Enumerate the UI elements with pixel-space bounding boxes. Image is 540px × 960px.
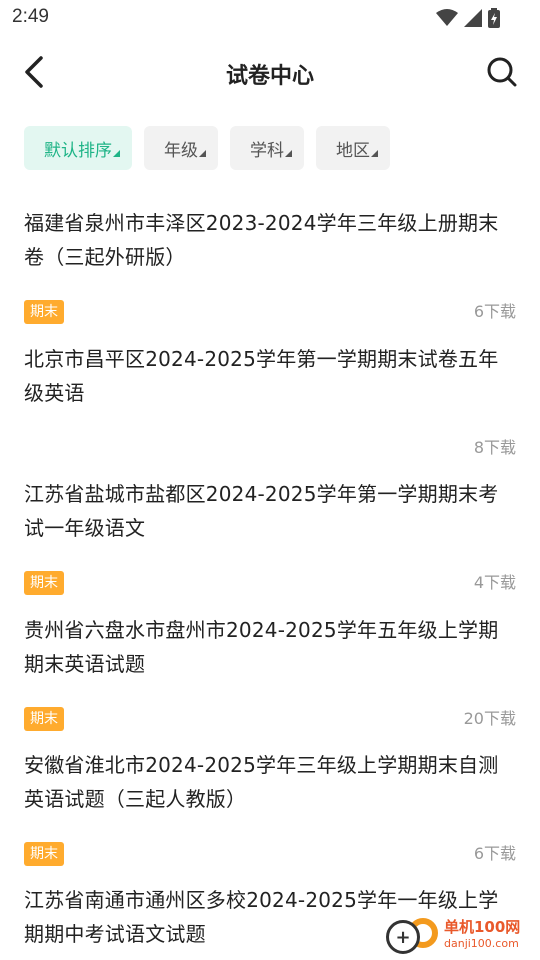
- signal-icon: [464, 9, 482, 31]
- download-count: 4下载: [473, 573, 516, 592]
- list-item[interactable]: 江苏省盐城市盐都区2024-2025学年第一学期期末考试一年级语文 期末 4下载: [24, 477, 518, 595]
- page-title: 试卷中心: [225, 64, 314, 89]
- list-item[interactable]: 安徽省淮北市2024-2025学年三年级上学期期末自测英语试题（三起人教版） 期…: [24, 748, 518, 866]
- watermark-logo: + 单机100网 danji100.com: [386, 912, 538, 958]
- caret-icon: [199, 150, 206, 157]
- paper-tag: 期末: [24, 707, 64, 731]
- search-button[interactable]: [482, 54, 522, 94]
- paper-tag: 期末: [24, 571, 64, 595]
- filter-region[interactable]: 地区: [316, 126, 390, 170]
- paper-title: 江苏省盐城市盐都区2024-2025学年第一学期期末考试一年级语文: [24, 482, 499, 540]
- filter-sort[interactable]: 默认排序: [24, 126, 132, 170]
- watermark-url: danji100.com: [444, 937, 519, 950]
- download-count: 6下载: [473, 844, 516, 863]
- watermark-name: 单机100网: [444, 918, 521, 936]
- download-count: 8下载: [473, 438, 516, 457]
- filter-label: 地区: [336, 140, 370, 161]
- filter-grade[interactable]: 年级: [144, 126, 218, 170]
- status-icons: [436, 8, 500, 32]
- list-item[interactable]: 福建省泉州市丰泽区2023-2024学年三年级上册期末卷（三起外研版） 期末 6…: [24, 206, 518, 324]
- download-count: 20下载: [463, 709, 516, 728]
- filter-label: 默认排序: [44, 140, 112, 161]
- battery-icon: [488, 8, 500, 32]
- plus-icon: +: [386, 920, 420, 954]
- paper-title: 贵州省六盘水市盘州市2024-2025学年五年级上学期期末英语试题: [24, 618, 499, 676]
- nav-bar: 试卷中心: [0, 46, 540, 102]
- paper-title: 安徽省淮北市2024-2025学年三年级上学期期末自测英语试题（三起人教版）: [24, 753, 499, 811]
- filter-subject[interactable]: 学科: [230, 126, 304, 170]
- search-icon: [486, 56, 518, 92]
- status-time: 2:49: [12, 6, 49, 27]
- paper-title: 北京市昌平区2024-2025学年第一学期期末试卷五年级英语: [24, 347, 499, 405]
- list-item[interactable]: 北京市昌平区2024-2025学年第一学期期末试卷五年级英语 8下载: [24, 342, 518, 457]
- filter-label: 学科: [250, 140, 284, 161]
- wifi-icon: [436, 9, 458, 31]
- paper-tag: 期末: [24, 842, 64, 866]
- caret-icon: [285, 150, 292, 157]
- list-item[interactable]: 贵州省六盘水市盘州市2024-2025学年五年级上学期期末英语试题 期末 20下…: [24, 613, 518, 731]
- paper-tag: 期末: [24, 300, 64, 324]
- caret-icon: [371, 150, 378, 157]
- status-bar: 2:49: [0, 0, 540, 36]
- download-count: 6下载: [473, 302, 516, 321]
- paper-title: 福建省泉州市丰泽区2023-2024学年三年级上册期末卷（三起外研版）: [24, 211, 499, 269]
- filter-label: 年级: [164, 140, 198, 161]
- caret-icon: [113, 150, 120, 157]
- filter-bar: 默认排序 年级 学科 地区: [24, 126, 390, 170]
